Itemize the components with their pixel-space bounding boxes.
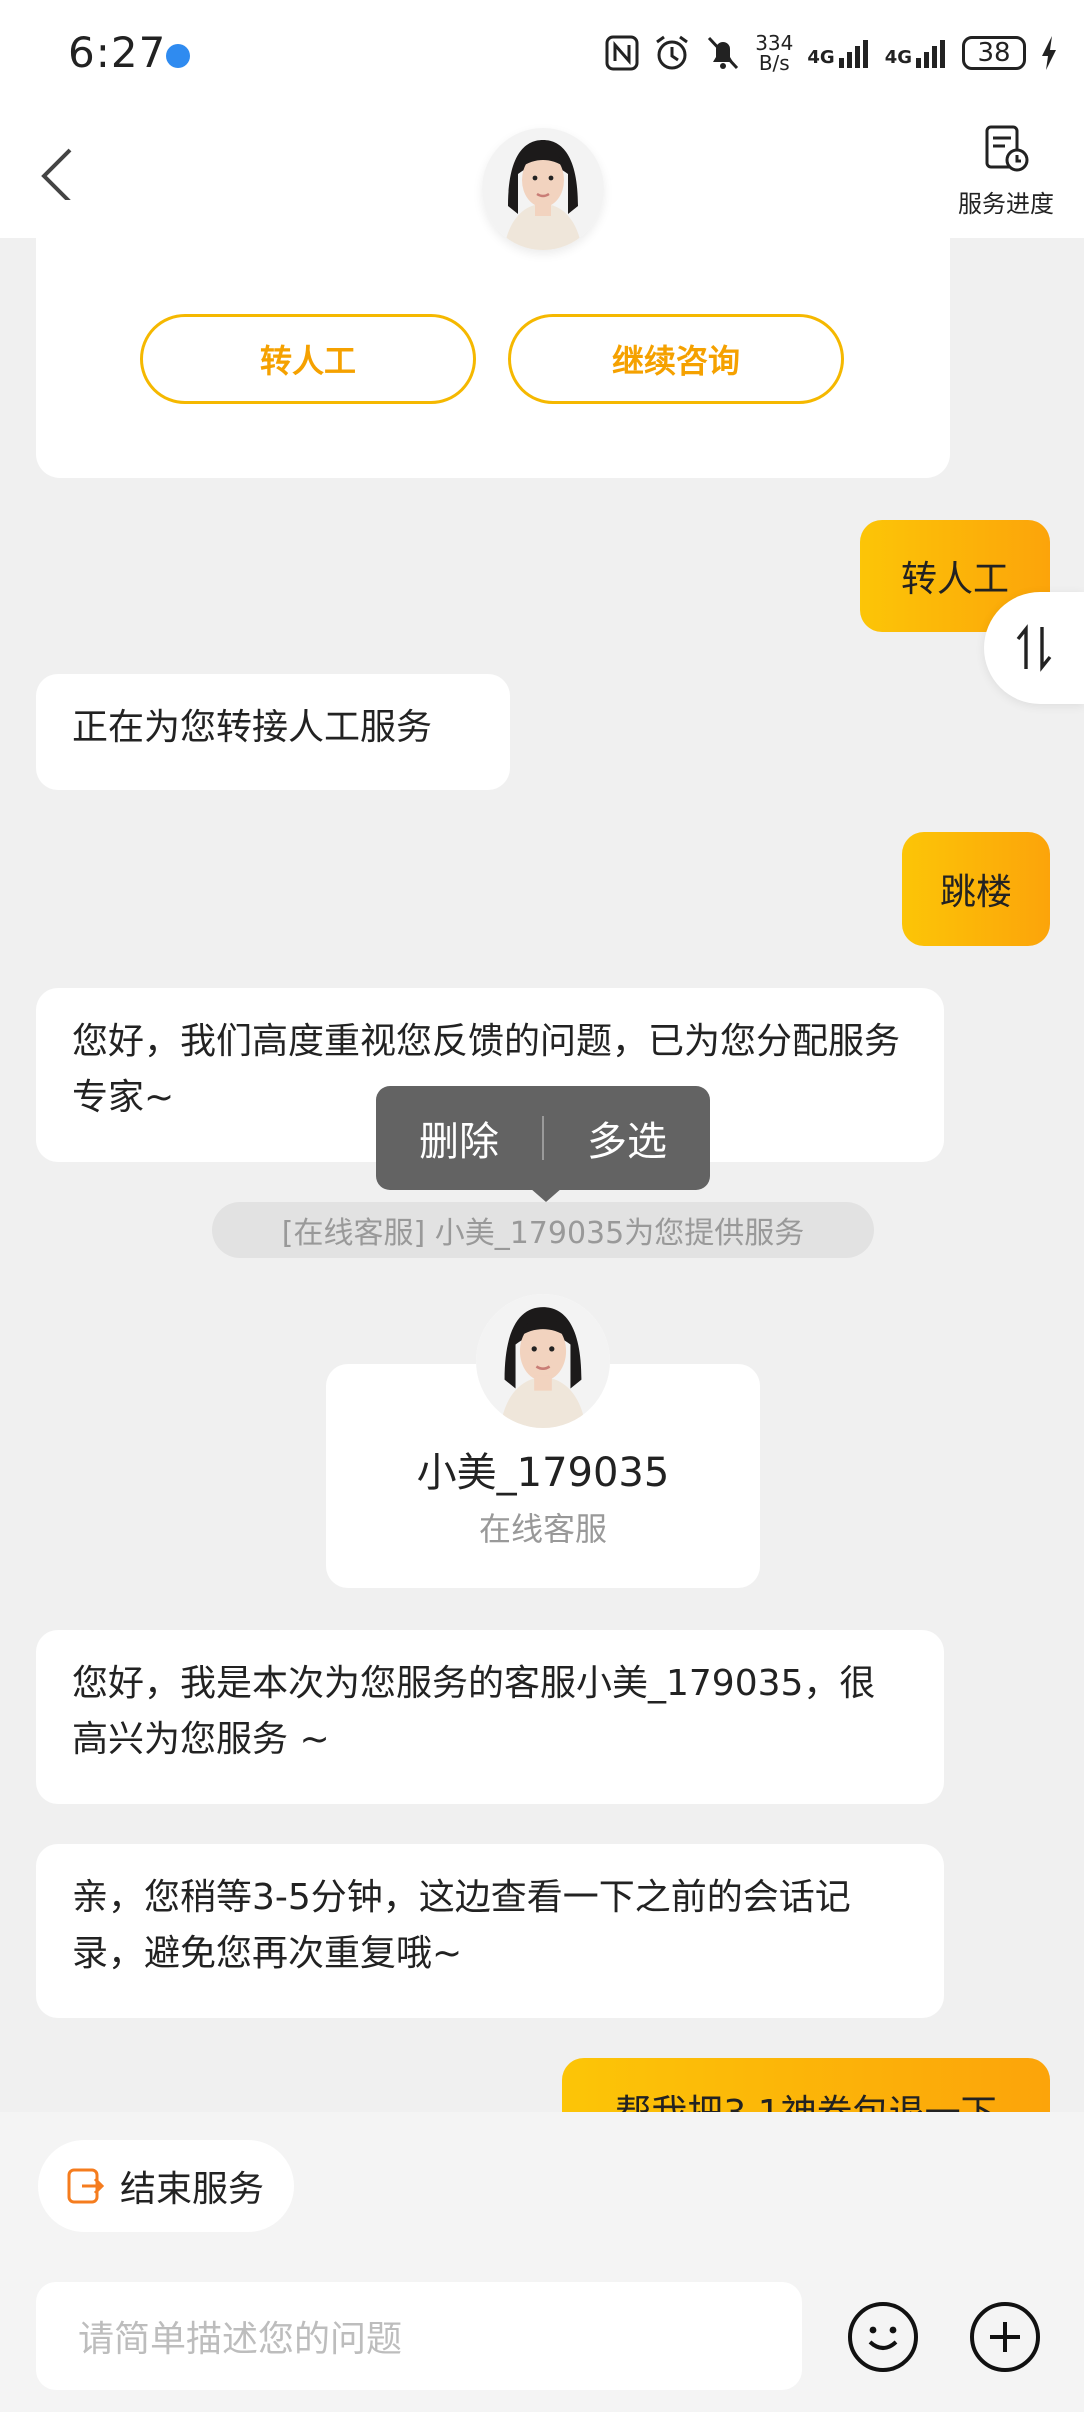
- scroll-toggle-button[interactable]: [984, 592, 1084, 704]
- net-speed: 334 B/s: [755, 31, 794, 75]
- signal-bars-icon: [838, 40, 868, 68]
- message-input[interactable]: 请简单描述您的问题: [36, 2282, 802, 2390]
- exit-icon: [67, 2168, 105, 2204]
- quick-reply-card: 转人工 继续咨询: [36, 200, 950, 478]
- agent-message[interactable]: 亲，您稍等3-5分钟，这边查看一下之前的会话记录，避免您再次重复哦~: [36, 1844, 944, 2018]
- signal-bars-icon: [916, 40, 945, 68]
- document-clock-icon: [985, 125, 1029, 172]
- system-notice: [在线客服] 小美_179035为您提供服务: [212, 1202, 874, 1258]
- bot-avatar: [482, 128, 604, 250]
- end-service-button[interactable]: 结束服务: [38, 2140, 294, 2232]
- message-context-menu: 删除 多选: [376, 1086, 710, 1190]
- emoji-button[interactable]: [848, 2302, 918, 2372]
- back-arrow-icon[interactable]: [36, 146, 80, 206]
- agent-name: 小美_179035: [416, 1450, 670, 1496]
- mute-bell-icon: [708, 36, 739, 70]
- context-menu-pointer: [530, 1188, 562, 1202]
- delete-menu-item[interactable]: 删除: [376, 1109, 542, 1167]
- swap-arrows-icon: [1016, 624, 1052, 672]
- service-progress-label: 服务进度: [958, 190, 1054, 218]
- multi-select-menu-item[interactable]: 多选: [544, 1109, 710, 1167]
- smiley-icon: [868, 2326, 898, 2350]
- status-bar: 6:27 334 B/s 4G 4G 38: [0, 0, 1084, 110]
- service-progress-button[interactable]: 服务进度: [946, 124, 1066, 224]
- user-message[interactable]: 跳楼: [902, 832, 1050, 946]
- agent-message[interactable]: 您好，我是本次为您服务的客服小美_179035，很高兴为您服务 ~: [36, 1630, 944, 1804]
- avatar-portrait-icon: [476, 1294, 610, 1428]
- continue-consult-button[interactable]: 继续咨询: [508, 314, 844, 404]
- end-service-label: 结束服务: [120, 2169, 265, 2210]
- status-icons: 334 B/s 4G 4G 38: [605, 28, 1058, 78]
- signal-2: 4G: [885, 38, 948, 68]
- agent-avatar[interactable]: [476, 1294, 610, 1428]
- browser-icon: [166, 44, 190, 68]
- battery-indicator: 38: [962, 36, 1026, 70]
- status-time: 6:27: [68, 28, 167, 77]
- plus-icon: [990, 2322, 1020, 2352]
- nfc-icon: [605, 35, 639, 71]
- avatar-portrait-icon: [482, 128, 604, 250]
- signal-1: 4G: [807, 38, 870, 68]
- transfer-human-button[interactable]: 转人工: [140, 314, 476, 404]
- alarm-icon: [656, 35, 689, 70]
- bot-message[interactable]: 正在为您转接人工服务: [36, 674, 510, 790]
- charging-icon: [1042, 36, 1056, 70]
- add-attachment-button[interactable]: [970, 2302, 1040, 2372]
- agent-role: 在线客服: [478, 1510, 607, 1548]
